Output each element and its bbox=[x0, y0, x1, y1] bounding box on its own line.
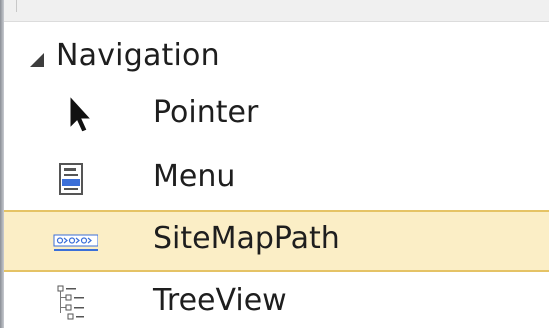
toolbox-item-menu[interactable]: Menu bbox=[4, 148, 549, 210]
toolbox-item-pointer[interactable]: Pointer bbox=[4, 84, 549, 146]
toolbox-panel: Navigation Pointer Menu SiteMapPath Tree… bbox=[0, 0, 549, 328]
treeview-icon bbox=[57, 285, 84, 320]
toolbox-item-label: TreeView bbox=[153, 283, 287, 318]
pointer-arrow-icon bbox=[69, 94, 93, 133]
toolbox-item-sitemappath[interactable]: SiteMapPath bbox=[4, 210, 549, 272]
toolbox-item-label: Pointer bbox=[153, 95, 259, 130]
panel-top-strip bbox=[4, 0, 549, 22]
toolbox-item-label: Menu bbox=[153, 159, 236, 194]
toolbox-item-treeview[interactable]: TreeView bbox=[4, 272, 549, 328]
group-header-navigation[interactable]: Navigation bbox=[4, 26, 549, 84]
toolbox-item-label: SiteMapPath bbox=[153, 221, 340, 256]
menu-icon bbox=[59, 163, 83, 195]
expanded-triangle-icon[interactable] bbox=[30, 53, 44, 67]
top-strip-divider bbox=[16, 0, 17, 12]
group-header-label: Navigation bbox=[56, 38, 220, 73]
sitemappath-icon bbox=[53, 234, 98, 251]
